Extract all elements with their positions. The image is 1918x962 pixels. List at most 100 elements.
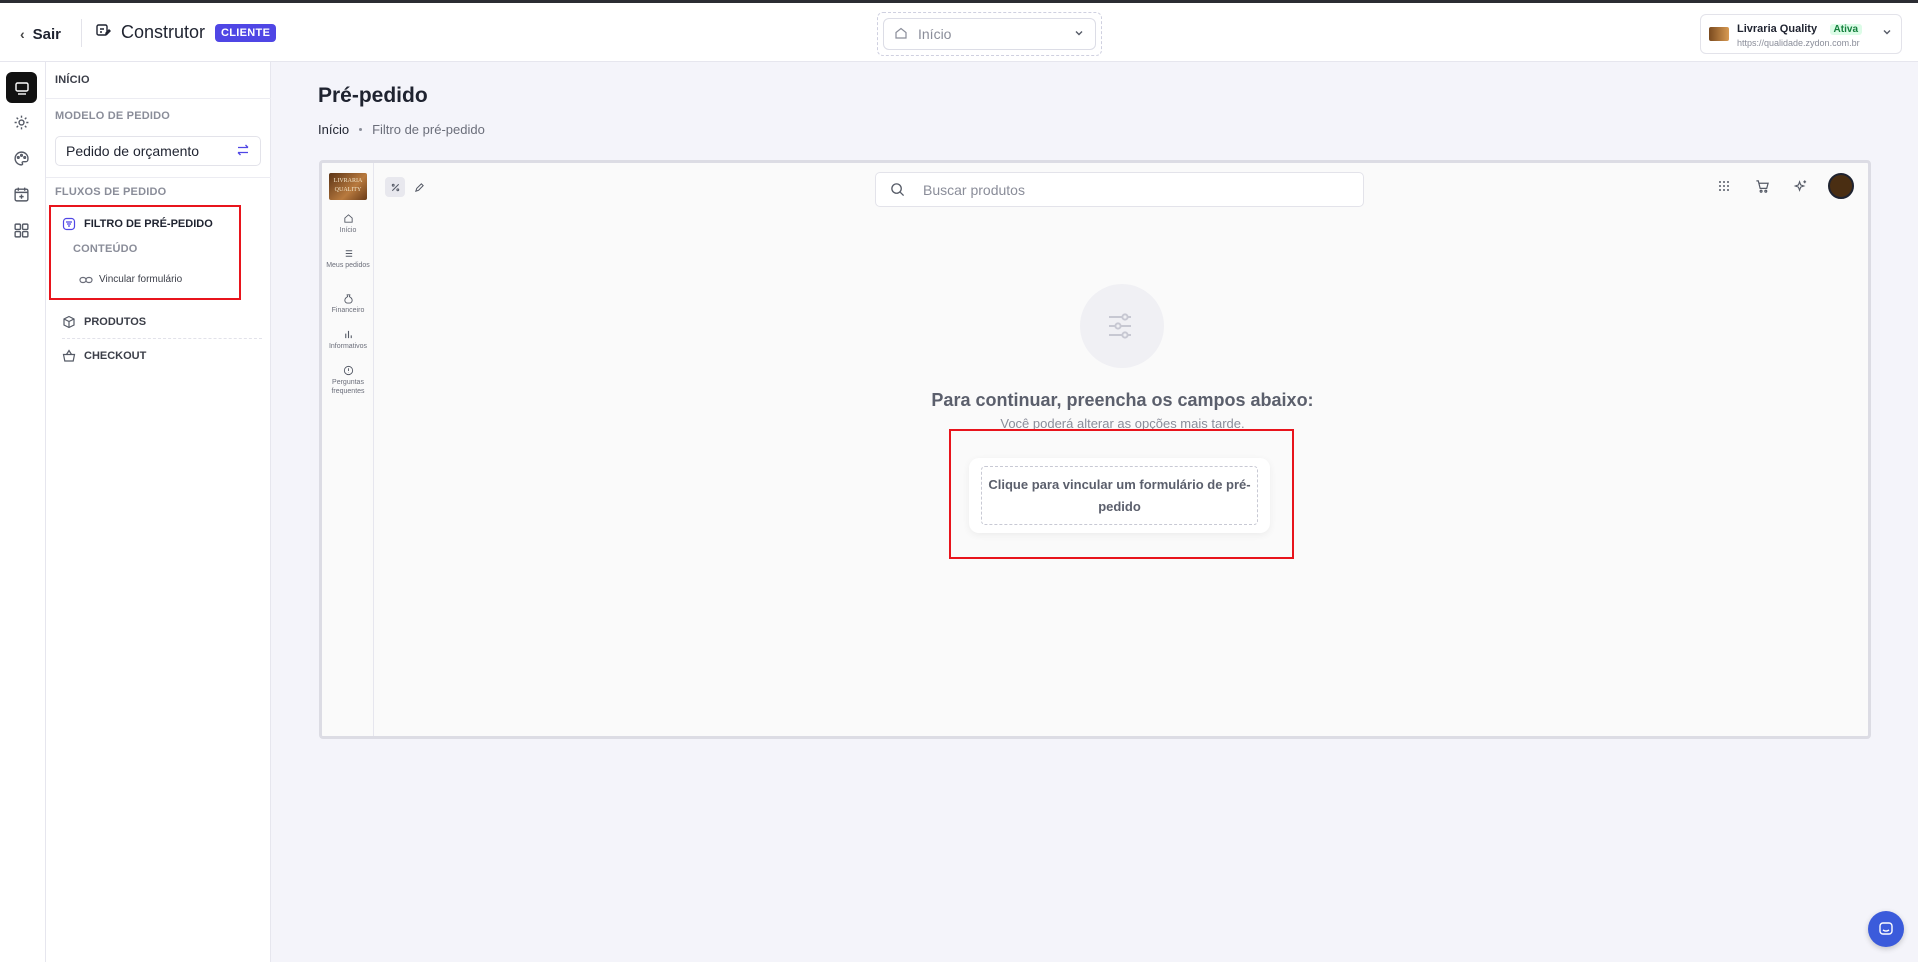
home-icon xyxy=(894,26,908,43)
link-form-item[interactable]: Vincular formulário xyxy=(79,274,182,285)
page-select[interactable]: Início xyxy=(883,18,1096,50)
breadcrumb-home[interactable]: Início xyxy=(318,122,349,137)
link-form-card: Clique para vincular um formulário de pr… xyxy=(969,458,1270,533)
sidebar-divider xyxy=(46,177,271,178)
pencil-icon xyxy=(414,182,424,192)
box-icon xyxy=(63,315,75,329)
link-form-button[interactable]: Clique para vincular um formulário de pr… xyxy=(981,466,1258,525)
chat-support-button[interactable] xyxy=(1868,911,1904,947)
preview-nav-label: Início xyxy=(339,227,357,234)
preview-actions xyxy=(1714,173,1854,199)
builder-sidebar: INÍCIO MODELO DE PEDIDO Pedido de orçame… xyxy=(46,62,271,962)
breadcrumb-current: Filtro de pré-pedido xyxy=(372,122,485,137)
preview-nav-home[interactable]: Início xyxy=(322,213,374,235)
icon-rail xyxy=(0,62,46,962)
store-status-badge: Ativa xyxy=(1829,23,1862,35)
back-label: Sair xyxy=(32,25,62,43)
chat-icon xyxy=(1879,922,1893,935)
empty-state-title: Para continuar, preencha os campos abaix… xyxy=(931,390,1314,410)
client-badge: CLIENTE xyxy=(215,23,277,42)
basket-icon xyxy=(62,349,76,362)
page-select-value: Início xyxy=(918,26,952,42)
percent-icon xyxy=(391,183,399,191)
preview-cart-button[interactable] xyxy=(1752,176,1772,196)
chevron-down-icon xyxy=(1073,26,1085,42)
layout-icon xyxy=(14,81,29,95)
preview-percent-tool[interactable] xyxy=(385,177,405,197)
link-form-label: Vincular formulário xyxy=(99,274,183,285)
store-preview: LIVRARIA QUALITY Início Meus pedidos Fin… xyxy=(319,160,1871,739)
money-bag-icon xyxy=(343,294,353,304)
flow-item-label: PRODUTOS xyxy=(84,316,147,328)
store-url: https://qualidade.zydon.com.br xyxy=(1737,38,1860,49)
store-logo xyxy=(1709,27,1729,41)
preview-nav-finance[interactable]: Financeiro xyxy=(322,293,374,315)
sparkle-icon xyxy=(1793,179,1806,192)
help-circle-icon xyxy=(343,365,353,376)
rail-theme-button[interactable] xyxy=(6,143,37,174)
builder-heading: Construtor CLIENTE xyxy=(95,22,277,43)
preview-nav-faq[interactable]: Perguntas frequentes xyxy=(322,365,374,396)
preview-nav-label: Perguntas frequentes xyxy=(331,379,365,395)
top-header: ‹ Sair Construtor CLIENTE Início Livrari… xyxy=(0,3,1918,62)
store-info: Livraria Quality Ativa https://qualidade… xyxy=(1737,19,1873,49)
swap-icon xyxy=(236,143,250,160)
back-button[interactable]: ‹ Sair xyxy=(20,22,61,46)
page-title: Pré-pedido xyxy=(318,84,428,107)
order-flows-section-label: FLUXOS DE PEDIDO xyxy=(55,186,167,198)
chevron-down-icon xyxy=(1881,25,1893,43)
list-icon xyxy=(345,250,352,257)
calendar-add-icon xyxy=(14,187,29,202)
bar-chart-icon xyxy=(344,330,352,339)
preview-sparkle-button[interactable] xyxy=(1790,176,1810,196)
sidebar-home-link[interactable]: INÍCIO xyxy=(55,74,90,86)
builder-title: Construtor xyxy=(121,22,206,42)
dots-grid-icon xyxy=(1719,181,1729,191)
cart-icon xyxy=(1755,179,1769,193)
preview-nav-label: Informativos xyxy=(328,343,368,350)
page-select-container: Início xyxy=(877,12,1102,56)
breadcrumb-separator xyxy=(359,128,363,131)
preview-edit-tool[interactable] xyxy=(409,177,429,197)
store-name: Livraria Quality xyxy=(1737,22,1818,35)
preview-nav-label: Financeiro xyxy=(331,307,365,314)
search-placeholder: Buscar produtos xyxy=(923,181,1025,198)
rail-builder-button[interactable] xyxy=(6,72,37,103)
preview-store-logo[interactable]: LIVRARIA QUALITY xyxy=(329,173,367,200)
palette-icon xyxy=(14,151,29,166)
gear-icon xyxy=(14,115,29,130)
flow-item-label: FILTRO DE PRÉ-PEDIDO xyxy=(84,218,213,230)
preview-nav-label: Meus pedidos xyxy=(326,262,370,269)
preview-apps-button[interactable] xyxy=(1714,176,1734,196)
preview-nav-news[interactable]: Informativos xyxy=(322,329,374,351)
store-switcher[interactable]: Livraria Quality Ativa https://qualidade… xyxy=(1700,14,1902,54)
order-model-section-label: MODELO DE PEDIDO xyxy=(55,110,171,122)
chevron-left-icon: ‹ xyxy=(20,26,25,42)
filter-icon xyxy=(62,217,76,231)
preview-search-input[interactable]: Buscar produtos xyxy=(875,172,1364,207)
order-model-select[interactable]: Pedido de orçamento xyxy=(55,136,261,166)
filter-settings-icon xyxy=(1080,284,1164,368)
flow-item-pre-order-filter[interactable]: FILTRO DE PRÉ-PEDIDO xyxy=(62,217,213,231)
flow-item-label: CHECKOUT xyxy=(84,350,147,362)
flow-item-checkout[interactable]: CHECKOUT xyxy=(62,349,146,363)
preview-user-avatar[interactable] xyxy=(1828,173,1854,199)
rail-settings-button[interactable] xyxy=(6,107,37,138)
builder-edit-icon xyxy=(95,22,111,43)
grid-icon xyxy=(14,223,29,238)
sidebar-divider xyxy=(46,98,271,99)
flow-item-products[interactable]: PRODUTOS xyxy=(62,315,146,329)
breadcrumb: Início Filtro de pré-pedido xyxy=(318,122,485,137)
header-divider xyxy=(81,19,82,47)
home-icon xyxy=(343,214,353,223)
rail-calendar-button[interactable] xyxy=(6,179,37,210)
rail-apps-button[interactable] xyxy=(6,215,37,246)
preview-nav-orders[interactable]: Meus pedidos xyxy=(322,248,374,270)
preview-toolbar xyxy=(385,177,429,197)
link-icon xyxy=(79,276,93,283)
order-model-value: Pedido de orçamento xyxy=(66,143,200,159)
sidebar-dashed-divider xyxy=(62,338,262,339)
content-section-label: CONTEÚDO xyxy=(73,243,138,255)
search-icon xyxy=(891,183,905,197)
empty-state-subtitle: Você poderá alterar as opções mais tarde… xyxy=(1000,416,1245,431)
